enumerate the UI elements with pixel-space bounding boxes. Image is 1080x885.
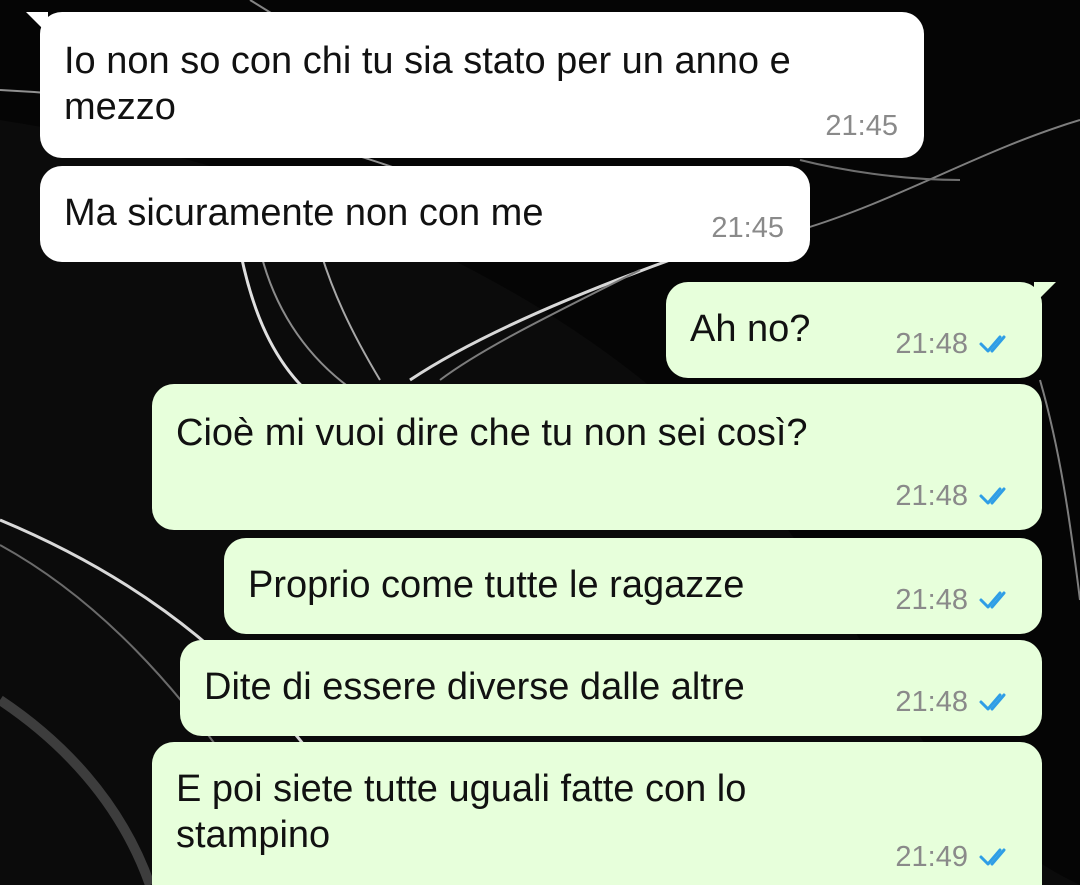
incoming-message[interactable]: Ma sicuramente non con me 21:45 [40,166,810,262]
double-check-read-icon [979,591,1006,609]
message-time: 21:48 [895,584,968,616]
message-meta: 21:45 [825,110,898,142]
message-text: E poi siete tutte uguali fatte con lo st… [176,768,747,856]
double-check-read-icon [979,335,1006,353]
message-text: Io non so con chi tu sia stato per un an… [64,40,791,128]
message-time: 21:48 [895,480,968,512]
bubble-tail [26,12,48,34]
outgoing-message[interactable]: Dite di essere diverse dalle altre 21:48 [180,640,1042,736]
message-time: 21:45 [825,110,898,142]
outgoing-message[interactable]: Cioè mi vuoi dire che tu non sei così? 2… [152,384,1042,530]
double-check-read-icon [979,848,1006,866]
outgoing-message[interactable]: Proprio come tutte le ragazze 21:48 [224,538,1042,634]
message-time: 21:48 [895,686,968,718]
message-meta: 21:49 [895,841,1016,873]
outgoing-message[interactable]: Ah no? 21:48 [666,282,1056,378]
message-meta: 21:48 [895,686,1016,718]
message-text: Dite di essere diverse dalle altre [204,666,745,708]
message-text: Proprio come tutte le ragazze [248,564,745,606]
bubble-tail [1034,282,1056,304]
double-check-read-icon [979,693,1006,711]
double-check-read-icon [979,487,1006,505]
message-time: 21:48 [895,328,968,360]
message-meta: 21:48 [895,584,1016,616]
outgoing-message[interactable]: E poi siete tutte uguali fatte con lo st… [152,742,1042,885]
message-time: 21:49 [895,841,968,873]
message-text: Ah no? [690,308,811,350]
message-meta: 21:48 [895,328,1016,360]
message-meta: 21:48 [895,480,1016,512]
message-list[interactable]: Io non so con chi tu sia stato per un an… [0,0,1080,885]
message-text: Cioè mi vuoi dire che tu non sei così? [176,412,808,454]
message-text: Ma sicuramente non con me [64,192,544,234]
incoming-message[interactable]: Io non so con chi tu sia stato per un an… [26,12,924,158]
message-meta: 21:45 [711,212,784,244]
message-time: 21:45 [711,212,784,244]
